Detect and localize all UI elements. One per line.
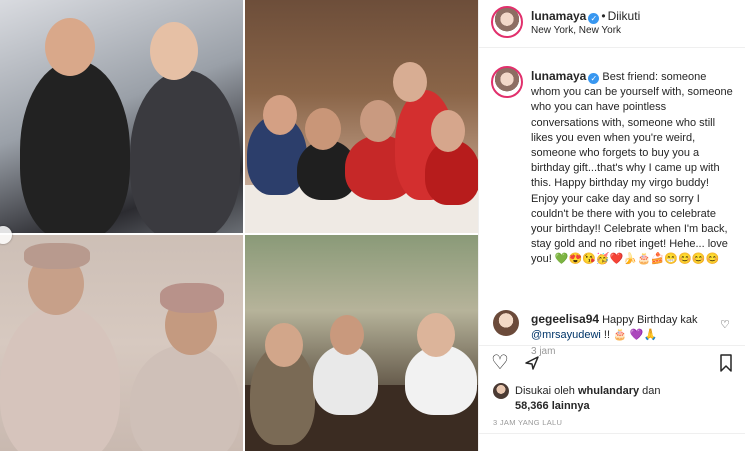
likes-count[interactable]: 58,366 bbox=[515, 400, 549, 412]
liker-username[interactable]: whulandary bbox=[578, 385, 639, 397]
person-head bbox=[431, 110, 465, 152]
post-photo-bottom-right bbox=[245, 235, 478, 451]
person-figure bbox=[130, 345, 240, 451]
comment-text: Happy Birthday kak bbox=[602, 314, 698, 326]
person-head bbox=[45, 18, 95, 76]
commenter-avatar[interactable] bbox=[493, 310, 519, 336]
post-header: lunamaya ✓ • Diikuti New York, New York bbox=[479, 0, 745, 48]
person-figure bbox=[0, 305, 120, 451]
bookmark-icon-glyph bbox=[720, 354, 732, 372]
likes-prefix: Disukai oleh bbox=[515, 385, 578, 397]
head-wrap bbox=[160, 283, 224, 313]
instagram-post-view: lunamaya ✓ • Diikuti New York, New York lun… bbox=[0, 0, 745, 451]
share-icon-glyph bbox=[525, 356, 539, 370]
person-head bbox=[150, 22, 198, 80]
person-figure bbox=[130, 70, 240, 233]
person-head bbox=[417, 313, 455, 357]
liker-avatar[interactable] bbox=[493, 383, 509, 399]
post-location[interactable]: New York, New York bbox=[531, 25, 621, 36]
bookmark-icon[interactable] bbox=[719, 354, 733, 377]
person-figure bbox=[20, 60, 130, 233]
comment-text-end: !! 🎂 💜🙏 bbox=[600, 329, 658, 341]
person-figure bbox=[313, 345, 378, 415]
post-photo-top-right bbox=[245, 0, 478, 233]
heart-outline-icon[interactable]: ♡ bbox=[491, 352, 509, 374]
comment-text-block: gegeelisa94 Happy Birthday kak @mrsayude… bbox=[531, 312, 721, 343]
commenter-username[interactable]: gegeelisa94 bbox=[531, 312, 599, 326]
action-bar: ♡ bbox=[479, 345, 745, 385]
verified-badge-icon: ✓ bbox=[588, 13, 600, 24]
person-head bbox=[263, 95, 297, 135]
divider bbox=[479, 433, 745, 434]
author-username[interactable]: lunamaya bbox=[531, 9, 586, 23]
person-head bbox=[330, 315, 364, 355]
likes-middle: dan bbox=[639, 385, 661, 397]
caption-username[interactable]: lunamaya bbox=[531, 69, 586, 83]
post-photo-top-left bbox=[0, 0, 243, 233]
share-icon[interactable] bbox=[523, 354, 541, 377]
post-date[interactable]: 3 JAM YANG LALU bbox=[493, 418, 562, 427]
caption-author-avatar[interactable] bbox=[491, 66, 523, 98]
person-head bbox=[393, 62, 427, 102]
post-side-panel: lunamaya ✓ • Diikuti New York, New York lun… bbox=[478, 0, 745, 451]
author-avatar[interactable] bbox=[491, 6, 523, 38]
caption-text: Best friend: someone whom you can be you… bbox=[531, 71, 733, 266]
follow-status-button[interactable]: Diikuti bbox=[608, 9, 641, 23]
likes-text: Disukai oleh whulandary dan 58,366 lainn… bbox=[515, 384, 715, 414]
person-head bbox=[305, 108, 341, 150]
author-line: lunamaya ✓ • Diikuti bbox=[531, 9, 640, 24]
head-wrap bbox=[24, 243, 90, 269]
dot-separator: • bbox=[601, 9, 606, 23]
person-head bbox=[265, 323, 303, 367]
heart-small-icon[interactable]: ♡ bbox=[720, 318, 730, 331]
verified-badge-icon: ✓ bbox=[588, 73, 600, 84]
likes-suffix[interactable]: lainnya bbox=[549, 400, 590, 412]
comment-mention-link[interactable]: @mrsayudewi bbox=[531, 329, 601, 341]
person-head bbox=[360, 100, 396, 142]
caption-text-block: lunamaya ✓ Best friend: someone whom you … bbox=[531, 69, 737, 268]
post-photo-bottom-left bbox=[0, 235, 243, 451]
